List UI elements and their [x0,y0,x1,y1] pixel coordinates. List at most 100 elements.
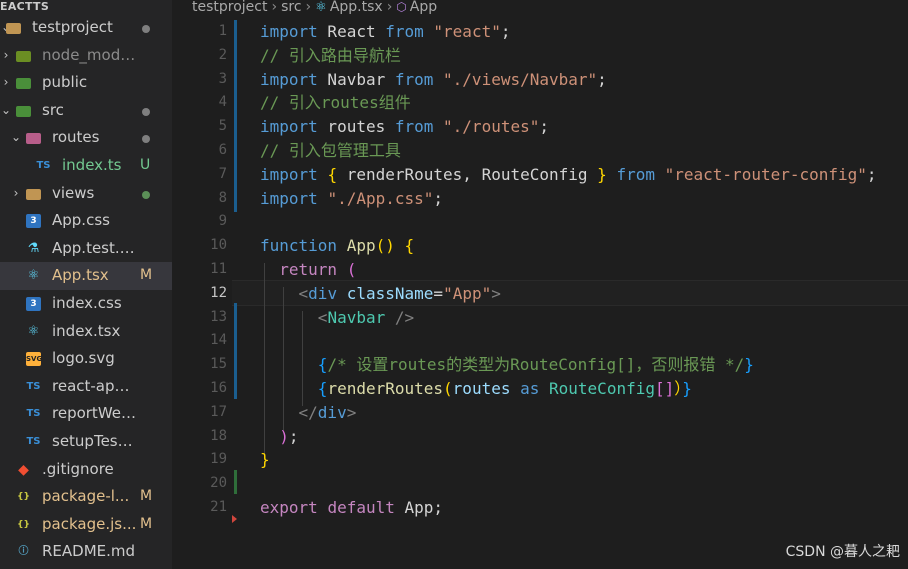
tree-item-label: src [42,100,64,119]
tree-item[interactable]: ⌄ routes [0,124,172,152]
tree-item[interactable]: ⚛ App.tsx M [0,262,172,290]
code-token: div [308,283,338,303]
tree-item[interactable]: TS reportWebVital... [0,400,172,428]
tree-item-label: routes [52,128,100,147]
tree-item[interactable]: ◆ .gitignore [0,456,172,484]
status-dot [142,25,150,33]
line-number: 3 [218,70,227,87]
file-tree: ⌄testproject›node_modules›public⌄src⌄rou… [0,14,172,566]
tree-item[interactable]: {} package.js... M [0,511,172,539]
tree-item[interactable]: ⌄testproject [0,14,172,42]
line-number: 14 [210,332,227,349]
code-token: ) [279,426,289,446]
code-token: as [520,379,540,398]
code-token: React [317,22,386,41]
code-editor[interactable]: testproject › src › ⚛ App.tsx › ⬡ App 1 import Re… [172,0,908,569]
code-token: ( [346,260,357,279]
code-token: from [394,69,434,89]
code-text: function App() { [260,234,414,258]
code-text: // 引入包管理工具 [260,139,401,163]
tree-item[interactable]: › node_modules [0,42,172,70]
line-number: 10 [210,237,227,254]
tree-item[interactable]: 3 index.css [0,290,172,318]
explorer-header: EACTTS [0,0,50,13]
tree-item[interactable]: TS index.ts U [0,152,172,180]
tree-item[interactable]: TS react-app-env.... [0,373,172,401]
code-text: import Navbar from "./views/Navbar"; [260,68,607,92]
tree-item-label: package.js... [42,514,137,533]
chevron-right-icon[interactable]: › [10,180,22,208]
code-token: // 引入包管理工具 [260,141,401,160]
line-number: 7 [218,165,227,182]
watermark: CSDN @暮人之耙 [785,544,900,560]
tree-item[interactable]: ⚗ App.test.tsx [0,235,172,263]
breadcrumb-src[interactable]: src [281,0,301,15]
code-text: return ( [260,258,356,282]
code-token: from [385,22,424,41]
css-icon: 3 [26,296,41,311]
tree-item[interactable]: ⌄ src [0,97,172,125]
line-number: 5 [218,118,227,135]
tree-item-label: testproject [32,18,113,36]
breadcrumb-file[interactable]: App.tsx [330,0,383,15]
breadcrumb-symbol[interactable]: App [410,0,437,15]
code-token: > [346,402,357,422]
code-token: } [597,164,607,184]
breadcrumb: testproject › src › ⚛ App.tsx › ⬡ App [192,0,437,17]
code-token: "react-router-config" [664,164,867,184]
tree-item-label: react-app-env.... [52,376,138,395]
code-text: {renderRoutes(routes as RouteConfig[]）} [260,377,692,401]
chevron-right-icon[interactable]: › [0,42,12,70]
tree-item[interactable]: 3 App.css [0,207,172,235]
code-token: "./views/Navbar" [443,69,598,89]
status-dot [142,135,150,144]
code-text: import { renderRoutes, RouteConfig } fro… [260,163,877,187]
line-number: 9 [218,213,227,230]
git-modified-gutter [234,20,237,212]
line-number: 17 [210,403,227,420]
tree-item[interactable]: {} package-l... M [0,483,172,511]
tree-item-label: index.css [52,293,122,312]
code-token: // 引入路由导航栏 [260,45,401,65]
tree-item[interactable]: TS setupTests.ts [0,428,172,456]
chevron-right-icon: › [305,0,312,15]
code-token: = [433,283,444,303]
tree-item-label: App.css [52,211,110,230]
folder-icon [6,23,21,34]
tree-item-label: views [52,183,95,202]
tree-item[interactable]: ⚛ index.tsx [0,318,172,346]
chevron-right-icon: › [386,0,393,15]
line-number: 21 [210,499,227,515]
code-token: /* 设置routes的类型为RouteConfig[]，否则报错 */ [327,355,745,375]
tree-item[interactable]: SVG logo.svg [0,345,172,373]
code-token: routes [452,379,511,398]
chevron-down-icon[interactable]: ⌄ [10,124,22,152]
typescript-icon: TS [26,408,41,420]
breadcrumb-project[interactable]: testproject [192,0,267,15]
json-icon: {} [17,492,30,503]
tree-item[interactable]: › views [0,180,172,208]
tree-item-label: public [42,73,88,92]
chevron-right-icon[interactable]: › [0,69,12,97]
folder-icon [16,50,31,62]
tree-item-label: index.tsx [52,321,121,340]
code-token: { [327,164,338,184]
code-token: // 引入routes组件 [260,93,411,113]
folder-icon [16,105,31,117]
chevron-down-icon[interactable]: ⌄ [0,97,12,125]
tree-item-label: setupTests.ts [52,431,138,450]
tree-item[interactable]: ⓘ README.md [0,538,172,566]
code-token: routes [317,117,395,137]
tree-item[interactable]: › public [0,69,172,97]
